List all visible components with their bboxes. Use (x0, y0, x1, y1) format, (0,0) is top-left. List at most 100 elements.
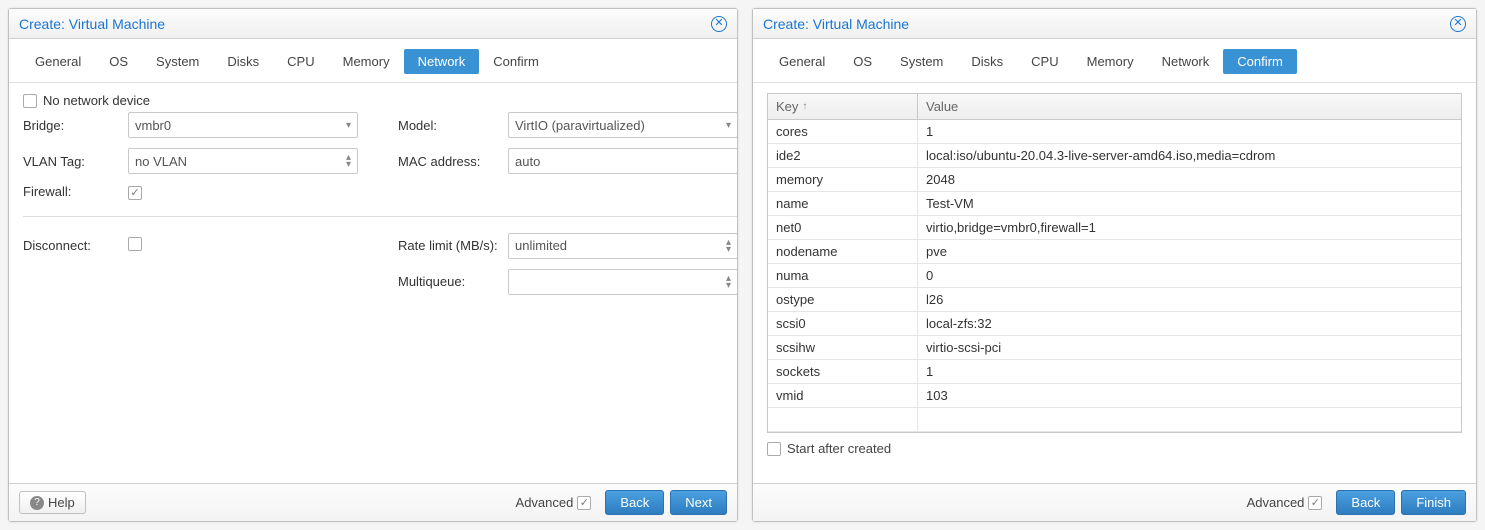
tab-network[interactable]: Network (404, 49, 480, 74)
cell-key: ostype (768, 288, 918, 311)
bridge-label: Bridge: (23, 118, 128, 133)
tab-general[interactable]: General (765, 49, 839, 74)
cell-value: local-zfs:32 (918, 312, 1461, 335)
cell-key: memory (768, 168, 918, 191)
dialog-title: Create: Virtual Machine (763, 16, 909, 32)
cell-key: net0 (768, 216, 918, 239)
tab-confirm[interactable]: Confirm (1223, 49, 1297, 74)
vlan-label: VLAN Tag: (23, 154, 128, 169)
cell-value: 0 (918, 264, 1461, 287)
tab-system[interactable]: System (886, 49, 957, 74)
cell-key: cores (768, 120, 918, 143)
disconnect-checkbox[interactable] (128, 237, 142, 251)
table-row[interactable]: numa0 (768, 264, 1461, 288)
cell-value: 2048 (918, 168, 1461, 191)
no-network-checkbox[interactable] (23, 94, 37, 108)
tab-network[interactable]: Network (1148, 49, 1224, 74)
table-row[interactable]: cores1 (768, 120, 1461, 144)
bridge-select[interactable]: vmbr0▾ (128, 112, 358, 138)
table-row[interactable]: scsi0local-zfs:32 (768, 312, 1461, 336)
tab-memory[interactable]: Memory (329, 49, 404, 74)
tab-cpu[interactable]: CPU (1017, 49, 1072, 74)
cell-key: scsihw (768, 336, 918, 359)
cell-value: l26 (918, 288, 1461, 311)
tab-os[interactable]: OS (839, 49, 886, 74)
mac-label: MAC address: (398, 154, 508, 169)
cell-value: pve (918, 240, 1461, 263)
cell-value: 103 (918, 384, 1461, 407)
advanced-checkbox[interactable]: ✓ (1308, 496, 1322, 510)
cell-value: local:iso/ubuntu-20.04.3-live-server-amd… (918, 144, 1461, 167)
summary-table: Key↑ Value cores1ide2local:iso/ubuntu-20… (767, 93, 1462, 433)
sort-asc-icon: ↑ (802, 101, 807, 112)
dialog-footer: Advanced✓ Back Finish (753, 483, 1476, 521)
firewall-label: Firewall: (23, 184, 128, 199)
no-network-label: No network device (43, 93, 150, 108)
next-button[interactable]: Next (670, 490, 727, 515)
model-select[interactable]: VirtIO (paravirtualized)▾ (508, 112, 737, 138)
cell-key: scsi0 (768, 312, 918, 335)
col-key-header[interactable]: Key↑ (768, 94, 918, 119)
help-button[interactable]: ?Help (19, 491, 86, 514)
table-row[interactable]: nameTest-VM (768, 192, 1461, 216)
back-button[interactable]: Back (1336, 490, 1395, 515)
table-row[interactable]: sockets1 (768, 360, 1461, 384)
close-icon[interactable]: ✕ (711, 16, 727, 32)
mac-input[interactable] (508, 148, 737, 174)
cell-key: sockets (768, 360, 918, 383)
back-button[interactable]: Back (605, 490, 664, 515)
tab-general[interactable]: General (21, 49, 95, 74)
create-vm-dialog-network: Create: Virtual Machine ✕ GeneralOSSyste… (8, 8, 738, 522)
network-panel: No network device Bridge: vmbr0▾ Model: … (9, 83, 737, 483)
tab-os[interactable]: OS (95, 49, 142, 74)
table-row[interactable]: nodenamepve (768, 240, 1461, 264)
multiqueue-input[interactable]: ▴▾ (508, 269, 737, 295)
firewall-checkbox[interactable]: ✓ (128, 186, 142, 200)
model-label: Model: (398, 118, 508, 133)
chevron-down-icon: ▾ (346, 120, 351, 131)
cell-key: vmid (768, 384, 918, 407)
tab-memory[interactable]: Memory (1073, 49, 1148, 74)
cell-value: virtio,bridge=vmbr0,firewall=1 (918, 216, 1461, 239)
dialog-header: Create: Virtual Machine ✕ (9, 9, 737, 39)
disconnect-label: Disconnect: (23, 238, 128, 253)
start-after-label: Start after created (787, 441, 891, 456)
cell-value: Test-VM (918, 192, 1461, 215)
advanced-checkbox[interactable]: ✓ (577, 496, 591, 510)
cell-value: 1 (918, 120, 1461, 143)
table-row[interactable]: vmid103 (768, 384, 1461, 408)
tab-disks[interactable]: Disks (957, 49, 1017, 74)
spinner-icon: ▴▾ (346, 154, 351, 168)
table-row[interactable]: net0virtio,bridge=vmbr0,firewall=1 (768, 216, 1461, 240)
advanced-toggle[interactable]: Advanced✓ (516, 495, 592, 510)
rate-input[interactable]: unlimited▴▾ (508, 233, 737, 259)
wizard-tabs: GeneralOSSystemDisksCPUMemoryNetworkConf… (753, 39, 1476, 83)
col-value-header[interactable]: Value (918, 94, 1461, 119)
start-after-checkbox[interactable] (767, 442, 781, 456)
table-row[interactable]: ide2local:iso/ubuntu-20.04.3-live-server… (768, 144, 1461, 168)
cell-key: nodename (768, 240, 918, 263)
rate-label: Rate limit (MB/s): (398, 238, 508, 253)
cell-key: ide2 (768, 144, 918, 167)
dialog-header: Create: Virtual Machine ✕ (753, 9, 1476, 39)
tab-confirm[interactable]: Confirm (479, 49, 553, 74)
chevron-down-icon: ▾ (726, 120, 731, 131)
tab-cpu[interactable]: CPU (273, 49, 328, 74)
spinner-icon: ▴▾ (726, 275, 731, 289)
advanced-toggle[interactable]: Advanced✓ (1247, 495, 1323, 510)
table-row[interactable]: scsihwvirtio-scsi-pci (768, 336, 1461, 360)
table-row[interactable]: memory2048 (768, 168, 1461, 192)
cell-key: name (768, 192, 918, 215)
multiqueue-label: Multiqueue: (398, 274, 508, 289)
close-icon[interactable]: ✕ (1450, 16, 1466, 32)
dialog-title: Create: Virtual Machine (19, 16, 165, 32)
vlan-input[interactable]: no VLAN▴▾ (128, 148, 358, 174)
finish-button[interactable]: Finish (1401, 490, 1466, 515)
wizard-tabs: GeneralOSSystemDisksCPUMemoryNetworkConf… (9, 39, 737, 83)
tab-disks[interactable]: Disks (213, 49, 273, 74)
table-header: Key↑ Value (768, 94, 1461, 120)
cell-key: numa (768, 264, 918, 287)
create-vm-dialog-confirm: Create: Virtual Machine ✕ GeneralOSSyste… (752, 8, 1477, 522)
tab-system[interactable]: System (142, 49, 213, 74)
table-row[interactable]: ostypel26 (768, 288, 1461, 312)
